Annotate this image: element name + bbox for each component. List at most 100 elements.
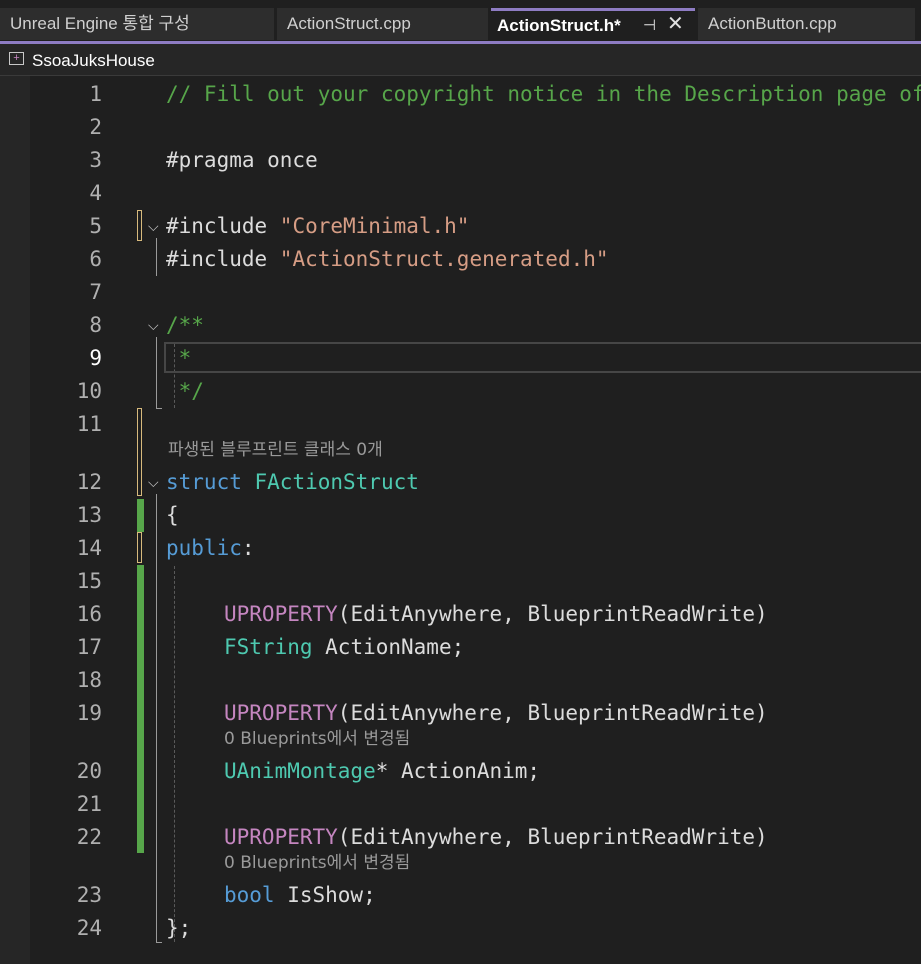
line-number: 15 (76, 569, 102, 593)
cpp-project-icon: + (9, 52, 24, 65)
collapse-chevron-icon[interactable]: ⌵ (148, 476, 159, 490)
code-line-10: */ (166, 375, 204, 408)
line-number: 4 (89, 181, 102, 205)
code-line-1: // Fill out your copyright notice in the… (166, 78, 921, 111)
line-number: 5 (89, 214, 102, 238)
tab-label: ActionStruct.h* (497, 16, 621, 35)
line-number: 6 (89, 247, 102, 271)
code-line-20: UAnimMontage* ActionAnim; (224, 755, 540, 788)
code-line-24: }; (166, 912, 191, 945)
directive-token: #include (166, 214, 280, 238)
tab-actionstruct-cpp[interactable]: ActionStruct.cpp (277, 8, 488, 40)
collapse-chevron-icon[interactable]: ⌵ (148, 220, 159, 234)
indent-guide (174, 566, 175, 942)
type-token: FString (224, 635, 313, 659)
code-line-13: { (166, 499, 179, 532)
line-number: 24 (76, 916, 102, 940)
doc-comment-token: * (166, 346, 192, 370)
type-token: UAnimMontage (224, 759, 376, 783)
editor-margin (0, 76, 30, 964)
close-icon[interactable]: ✕ (667, 11, 684, 39)
line-number: 3 (89, 148, 102, 172)
codelens-blueprint-changes[interactable]: 0 Blueprints에서 변경됨 (224, 727, 410, 752)
line-number: 19 (76, 701, 102, 725)
saved-change-marker (137, 565, 144, 853)
code-line-22: UPROPERTY(EditAnywhere, BlueprintReadWri… (224, 821, 768, 854)
line-number: 11 (76, 412, 102, 436)
codelens-derived-blueprints[interactable]: 파생된 블루프린트 클래스 0개 (168, 438, 383, 463)
code-editor[interactable]: 1 2 3 4 5 6 7 8 9 10 11 12 13 14 15 16 1… (0, 76, 921, 964)
code-line-3: #pragma once (166, 144, 318, 177)
identifier-token: IsShow; (274, 883, 376, 907)
tab-unreal-engine-config[interactable]: Unreal Engine 통합 구성 (0, 8, 274, 40)
type-token: FActionStruct (254, 470, 419, 494)
line-number: 23 (76, 883, 102, 907)
identifier-token: ActionName; (312, 635, 465, 659)
punct-token: : (241, 536, 255, 560)
line-number: 2 (89, 115, 102, 139)
code-line-23: bool IsShow; (224, 879, 376, 912)
keyword-token: struct (166, 470, 255, 494)
brace-token: { (166, 503, 179, 527)
tab-label: Unreal Engine 통합 구성 (10, 14, 190, 33)
pragma-token: #pragma once (166, 148, 318, 172)
args-token: (EditAnywhere, BlueprintReadWrite) (337, 602, 768, 626)
unsaved-change-marker (137, 408, 142, 496)
project-dropdown[interactable]: SsoaJuksHouse (32, 44, 155, 77)
current-line-highlight (164, 342, 921, 373)
line-number: 8 (89, 313, 102, 337)
line-number: 18 (76, 668, 102, 692)
macro-token: UPROPERTY (224, 701, 338, 725)
macro-token: UPROPERTY (224, 602, 338, 626)
unsaved-change-marker (137, 210, 142, 241)
line-number: 21 (76, 792, 102, 816)
args-token: (EditAnywhere, BlueprintReadWrite) (337, 825, 768, 849)
tab-label: ActionButton.cpp (708, 14, 837, 33)
line-number: 13 (76, 503, 102, 527)
tab-actionbutton-cpp[interactable]: ActionButton.cpp (698, 8, 915, 40)
keyword-token: public (166, 536, 242, 560)
code-line-9: * (166, 342, 192, 375)
line-number: 20 (76, 759, 102, 783)
line-number: 22 (76, 825, 102, 849)
saved-change-marker (137, 499, 144, 532)
line-number: 10 (76, 379, 102, 403)
doc-comment-token: /** (166, 313, 204, 337)
line-number: 17 (76, 635, 102, 659)
unsaved-change-marker (137, 532, 142, 563)
string-token: "CoreMinimal.h" (279, 214, 470, 238)
code-line-12: struct FActionStruct (166, 466, 419, 499)
code-line-14: public: (166, 532, 255, 565)
line-number: 14 (76, 536, 102, 560)
line-number: 7 (89, 280, 102, 304)
line-number-current: 9 (89, 346, 102, 370)
navigation-bar: + SsoaJuksHouse (0, 44, 921, 76)
brace-token: }; (166, 916, 192, 940)
keyword-token: bool (224, 883, 275, 907)
fold-region-end (156, 942, 162, 943)
line-number: 12 (76, 470, 102, 494)
pin-icon[interactable]: ⊣ (643, 11, 656, 40)
fold-region-line (156, 337, 157, 409)
identifier-token: * ActionAnim; (375, 759, 541, 783)
code-line-8: /** (166, 309, 204, 342)
fold-region-line (156, 494, 157, 942)
line-number: 16 (76, 602, 102, 626)
line-number: 1 (89, 82, 102, 106)
tab-label: ActionStruct.cpp (287, 14, 411, 33)
document-tab-bar: Unreal Engine 통합 구성 ActionStruct.cpp Act… (0, 0, 921, 44)
code-line-19: UPROPERTY(EditAnywhere, BlueprintReadWri… (224, 697, 768, 730)
macro-token: UPROPERTY (224, 825, 338, 849)
directive-token: #include (166, 247, 280, 271)
args-token: (EditAnywhere, BlueprintReadWrite) (337, 701, 768, 725)
string-token: "ActionStruct.generated.h" (279, 247, 609, 271)
comment-token: // Fill out your copyright notice in the… (166, 82, 921, 106)
code-line-16: UPROPERTY(EditAnywhere, BlueprintReadWri… (224, 598, 768, 631)
codelens-blueprint-changes[interactable]: 0 Blueprints에서 변경됨 (224, 851, 410, 876)
code-line-17: FString ActionName; (224, 631, 464, 664)
tab-actionstruct-h[interactable]: ActionStruct.h* ⊣ ✕ (491, 8, 695, 40)
collapse-chevron-icon[interactable]: ⌵ (148, 319, 159, 333)
fold-region-end (156, 408, 162, 409)
doc-comment-token: */ (166, 379, 204, 403)
code-line-5: #include "CoreMinimal.h" (166, 210, 469, 243)
